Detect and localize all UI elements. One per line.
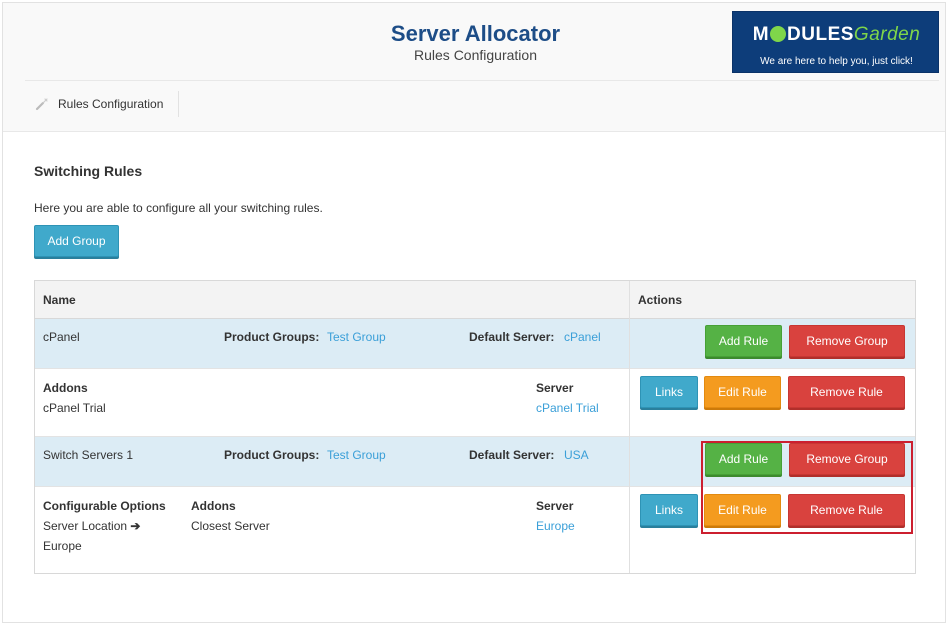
product-groups-link[interactable]: Test Group: [327, 448, 386, 462]
logo-brand-prefix: M: [752, 24, 770, 45]
product-groups-link[interactable]: Test Group: [327, 330, 386, 344]
config-option-name: Server Location ➔: [43, 519, 140, 533]
default-server-label: Default Server:: [469, 448, 555, 462]
config-option-label: Server Location: [43, 519, 128, 533]
page-header: Server Allocator Rules Configuration M DU…: [3, 3, 945, 132]
section-description: Here you are able to configure all your …: [34, 201, 323, 215]
server-label: Server: [536, 381, 574, 395]
links-button[interactable]: Links: [640, 376, 698, 408]
addons-value: Closest Server: [191, 519, 270, 533]
server-link[interactable]: Europe: [536, 519, 575, 533]
product-groups-label: Product Groups:: [224, 330, 320, 344]
logo-globe-icon: [770, 26, 787, 42]
modulesgarden-logo[interactable]: M DULESGarden We are here to help you, ju…: [732, 11, 939, 73]
header-divider: [25, 80, 939, 81]
logo-tagline: We are here to help you, just click!: [760, 56, 913, 67]
default-server-link[interactable]: cPanel: [564, 330, 601, 344]
remove-rule-button[interactable]: Remove Rule: [788, 376, 905, 408]
configurable-options-label: Configurable Options: [43, 499, 166, 513]
group-name: cPanel: [43, 330, 80, 344]
group-name: Switch Servers 1: [43, 448, 134, 462]
tab-rules-configuration[interactable]: Rules Configuration: [25, 91, 179, 117]
remove-group-button[interactable]: Remove Group: [789, 325, 905, 357]
logo-brand-suffix: Garden: [853, 24, 921, 45]
column-divider: [629, 281, 630, 573]
links-button[interactable]: Links: [640, 494, 698, 526]
addons-label: Addons: [43, 381, 88, 395]
default-server-link[interactable]: USA: [564, 448, 589, 462]
product-groups-label: Product Groups:: [224, 448, 320, 462]
logo-brand: M DULESGarden: [733, 24, 940, 46]
column-header-actions: Actions: [638, 293, 683, 307]
wrench-icon: [35, 98, 48, 111]
table-row-rule: Addons cPanel Trial Server cPanel Trial: [35, 369, 915, 437]
add-group-button[interactable]: Add Group: [34, 225, 119, 257]
column-header-name: Name: [43, 293, 76, 307]
addons-value: cPanel Trial: [43, 401, 106, 415]
default-server-label: Default Server:: [469, 330, 555, 344]
server-label: Server: [536, 499, 574, 513]
server-link[interactable]: cPanel Trial: [536, 401, 599, 415]
add-rule-button[interactable]: Add Rule: [705, 325, 782, 357]
arrow-right-icon: ➔: [130, 519, 141, 533]
config-option-value: Europe: [43, 539, 82, 553]
addons-label: Addons: [191, 499, 236, 513]
table-header-row: Name Actions: [35, 281, 915, 319]
highlight-box: [701, 441, 913, 534]
tab-label: Rules Configuration: [58, 97, 164, 111]
edit-rule-button[interactable]: Edit Rule: [704, 376, 781, 408]
table-row-group: cPanel Product Groups: Test Group Defaul…: [35, 319, 915, 369]
logo-brand-mid: DULES: [787, 24, 854, 45]
page-frame: Server Allocator Rules Configuration M DU…: [2, 2, 946, 623]
section-title: Switching Rules: [34, 163, 143, 179]
